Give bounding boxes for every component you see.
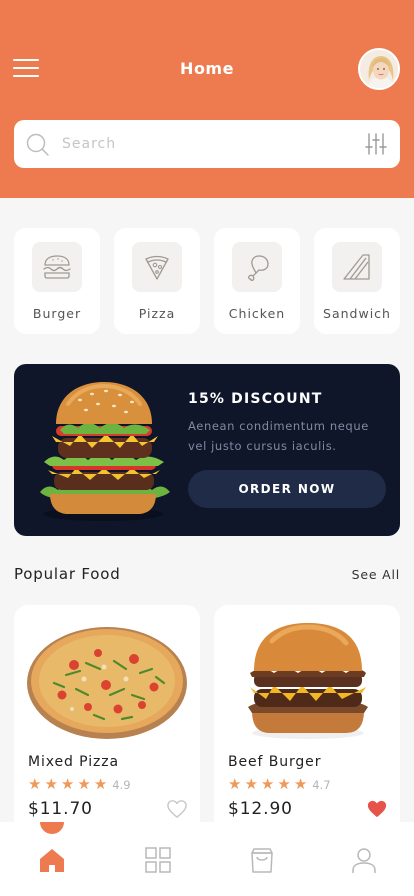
- pizza-slice-icon: [145, 255, 169, 280]
- burger-image: [40, 382, 170, 521]
- promo-title: 15% DISCOUNT: [188, 391, 323, 407]
- page-title: Home: [180, 59, 234, 78]
- search-icon: [26, 133, 49, 156]
- burger-image: [248, 623, 368, 739]
- food-card-mixed-pizza[interactable]: Mixed Pizza ★ ★ ★ ★ ★ 4.9 $11.70: [14, 605, 200, 845]
- category-burger[interactable]: Burger: [14, 228, 100, 334]
- see-all-link[interactable]: See All: [352, 567, 400, 582]
- search-bar: [14, 120, 400, 168]
- chicken-leg-icon: [248, 255, 269, 281]
- home-icon[interactable]: [38, 846, 66, 874]
- section-title: Popular Food: [14, 565, 121, 583]
- category-tile: [232, 242, 282, 292]
- promo-banner: 15% DISCOUNT Aenean condimentum neque ve…: [14, 364, 400, 536]
- star-icon: ★: [28, 775, 42, 793]
- star-icon: ★: [277, 775, 291, 793]
- star-icon: ★: [244, 775, 258, 793]
- category-sandwich[interactable]: Sandwich: [314, 228, 400, 334]
- star-icon: ★: [293, 775, 308, 793]
- food-price: $12.90: [228, 799, 293, 819]
- star-rating: ★ ★ ★ ★ ★ 4.7: [228, 777, 331, 792]
- grid-icon[interactable]: [144, 846, 172, 874]
- heart-filled-icon[interactable]: [366, 799, 388, 819]
- header-bar: Home: [0, 0, 414, 198]
- category-pizza[interactable]: Pizza: [114, 228, 200, 334]
- category-label: Burger: [32, 306, 82, 321]
- bottom-navigation: [0, 822, 414, 896]
- star-icon: ★: [228, 775, 242, 793]
- burger-icon: [43, 255, 71, 279]
- rating-value: 4.9: [112, 777, 131, 792]
- shopping-bag-icon[interactable]: [248, 846, 276, 874]
- sliders-icon[interactable]: [364, 132, 388, 156]
- search-input[interactable]: [62, 120, 352, 168]
- order-now-button[interactable]: ORDER NOW: [188, 470, 386, 508]
- heart-outline-icon[interactable]: [166, 799, 188, 819]
- star-icon: ★: [77, 775, 91, 793]
- category-tile: [332, 242, 382, 292]
- promo-description: Aenean condimentum neque vel justo cursu…: [188, 419, 369, 453]
- star-icon: ★: [44, 775, 58, 793]
- category-label: Pizza: [138, 306, 176, 321]
- food-name: Mixed Pizza: [28, 754, 119, 770]
- sandwich-icon: [343, 254, 370, 280]
- profile-icon[interactable]: [350, 846, 378, 874]
- category-tile: [132, 242, 182, 292]
- star-icon: ★: [93, 775, 108, 793]
- food-price: $11.70: [28, 799, 93, 819]
- avatar[interactable]: [358, 48, 400, 90]
- category-label: Chicken: [228, 306, 286, 321]
- rating-value: 4.7: [312, 777, 331, 792]
- star-icon: ★: [260, 775, 275, 793]
- category-chicken[interactable]: Chicken: [214, 228, 300, 334]
- food-name: Beef Burger: [228, 754, 322, 770]
- star-icon: ★: [60, 775, 75, 793]
- star-rating: ★ ★ ★ ★ ★ 4.9: [28, 777, 131, 792]
- food-card-beef-burger[interactable]: Beef Burger ★ ★ ★ ★ ★ 4.7 $12.90: [214, 605, 400, 845]
- category-tile: [32, 242, 82, 292]
- category-label: Sandwich: [323, 306, 391, 321]
- pizza-image: [27, 627, 187, 739]
